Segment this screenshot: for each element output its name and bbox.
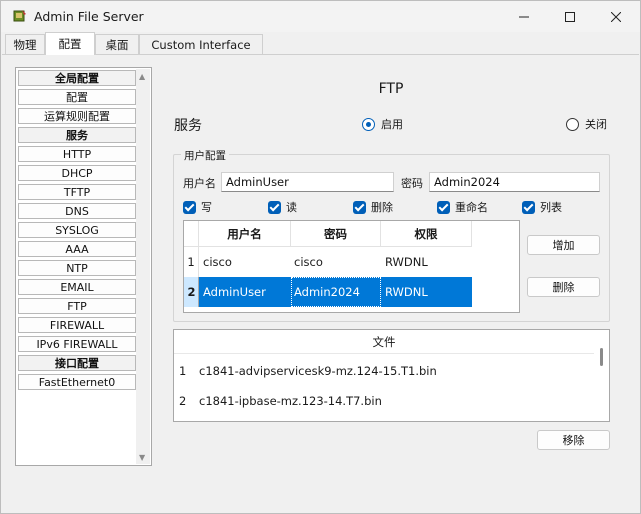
user-config-label: 用户配置 [181,148,229,163]
row-number: 1 [184,247,199,277]
user-cell-permission[interactable]: RWDNL [385,277,428,307]
tab-desktop[interactable]: 桌面 [95,34,139,54]
page-title: FTP [378,81,404,97]
write-label: 写 [201,201,212,214]
read-label: 读 [286,201,297,214]
sidebar-item-ipv6-firewall[interactable]: IPv6 FIREWALL [18,336,136,352]
file-name[interactable]: c1841-ipbase-mz.123-14.T7.bin [199,394,382,408]
sidebar-item-syslog[interactable]: SYSLOG [18,222,136,238]
radio-selected-icon [362,117,375,131]
scroll-down-icon[interactable]: ▼ [139,453,145,462]
column-header-username[interactable]: 用户名 [199,221,291,247]
tab-config[interactable]: 配置 [45,32,95,55]
title-bar: Admin File Server [1,1,640,32]
user-cell-username[interactable]: cisco [203,247,232,277]
sidebar-header-interfaces[interactable]: 接口配置 [18,355,136,371]
service-on-radio[interactable]: 启用 [362,116,403,132]
scroll-up-icon[interactable]: ▲ [139,72,145,81]
username-label: 用户名 [183,177,216,190]
sidebar-item-aaa[interactable]: AAA [18,241,136,257]
sidebar-item-dns[interactable]: DNS [18,203,136,219]
app-window: Admin File Server 物理 配置 桌面 Custom Interf… [0,0,641,514]
file-row-number: 2 [179,394,187,408]
password-label: 密码 [401,177,423,190]
password-input[interactable] [429,172,600,192]
column-header-password[interactable]: 密码 [291,221,381,247]
rename-label: 重命名 [455,201,488,214]
checkbox-checked-icon [522,200,535,214]
delete-perm-label: 删除 [371,201,393,214]
checkbox-checked-icon [353,200,366,214]
sidebar-header-global[interactable]: 全局配置 [18,70,136,86]
window-title: Admin File Server [34,9,144,24]
user-cell-username[interactable]: AdminUser [203,277,266,307]
read-checkbox[interactable]: 读 [268,199,297,215]
sidebar-item-ftp[interactable]: FTP [18,298,136,314]
file-row-number: 1 [179,364,187,378]
sidebar-item-fastethernet0[interactable]: FastEthernet0 [18,374,136,390]
tab-bar: 物理 配置 桌面 Custom Interface [1,32,640,55]
radio-unselected-icon [566,117,579,131]
list-checkbox[interactable]: 列表 [522,199,562,215]
rename-checkbox[interactable]: 重命名 [437,199,488,215]
add-user-button[interactable]: 增加 [527,235,600,255]
user-table[interactable]: 用户名 密码 权限 1 cisco cisco RWDNL 2 AdminUse… [183,220,520,313]
file-column-header: 文件 [174,330,594,354]
checkbox-checked-icon [183,200,196,214]
delete-checkbox[interactable]: 删除 [353,199,393,215]
file-scrollbar-thumb[interactable] [600,348,603,366]
write-checkbox[interactable]: 写 [183,199,212,215]
close-icon [611,11,621,22]
sidebar-item-firewall[interactable]: FIREWALL [18,317,136,333]
user-cell-password[interactable]: cisco [294,247,323,277]
sidebar-scrollbar[interactable]: ▲ ▼ [136,69,150,464]
user-cell-permission[interactable]: RWDNL [385,247,428,277]
sidebar-item-http[interactable]: HTTP [18,146,136,162]
service-off-radio[interactable]: 关闭 [566,116,607,132]
service-off-label: 关闭 [585,118,607,131]
column-header-permission[interactable]: 权限 [381,221,472,247]
username-input[interactable] [221,172,394,192]
checkbox-checked-icon [268,200,281,214]
sidebar-item-algorithm[interactable]: 运算规则配置 [18,108,136,124]
sidebar-item-tftp[interactable]: TFTP [18,184,136,200]
service-label: 服务 [174,118,202,134]
app-icon [13,10,26,22]
user-cell-password[interactable]: Admin2024 [294,277,360,307]
sidebar-item-settings[interactable]: 配置 [18,89,136,105]
sidebar-item-ntp[interactable]: NTP [18,260,136,276]
tab-custom-interface[interactable]: Custom Interface [139,34,263,54]
list-label: 列表 [540,201,562,214]
file-name[interactable]: c1841-advipservicesk9-mz.124-15.T1.bin [199,364,437,378]
tab-physical[interactable]: 物理 [5,34,45,54]
sidebar-item-email[interactable]: EMAIL [18,279,136,295]
sidebar-list: 全局配置 配置 运算规则配置 服务 HTTP DHCP TFTP DNS SYS… [18,70,136,393]
checkbox-checked-icon [437,200,450,214]
maximize-button[interactable] [547,1,593,32]
service-on-label: 启用 [381,118,403,131]
config-sidebar: 全局配置 配置 运算规则配置 服务 HTTP DHCP TFTP DNS SYS… [15,67,152,466]
minimize-icon [519,16,529,17]
sidebar-item-dhcp[interactable]: DHCP [18,165,136,181]
remove-file-button[interactable]: 移除 [537,430,610,450]
minimize-button[interactable] [501,1,547,32]
file-table[interactable]: 文件 1 c1841-advipservicesk9-mz.124-15.T1.… [173,329,610,422]
delete-user-button[interactable]: 删除 [527,277,600,297]
maximize-icon [565,11,575,22]
row-number: 2 [187,285,196,299]
sidebar-header-services[interactable]: 服务 [18,127,136,143]
table-corner [184,221,199,247]
close-button[interactable] [593,1,639,32]
